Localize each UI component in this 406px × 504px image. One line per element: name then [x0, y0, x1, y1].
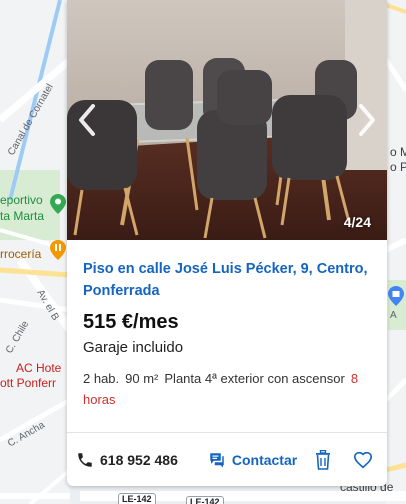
listing-details: 2 hab. 90 m² Planta 4ª exterior con ascens… — [83, 368, 375, 410]
chat-icon — [210, 452, 224, 467]
chevron-left-icon — [79, 104, 95, 136]
contact-button[interactable]: Contactar — [208, 451, 297, 469]
listing-price: 515 €/mes — [83, 311, 179, 333]
detail-rooms: 2 hab. — [83, 371, 120, 386]
map-label-errocera: rrocería — [0, 247, 42, 261]
dining-room-photo — [67, 0, 387, 240]
listing-card[interactable]: 4/24 Piso en calle José Luis Pécker, 9, … — [67, 0, 387, 486]
shopping-pin-icon[interactable] — [388, 286, 404, 306]
photo-prev-button[interactable] — [73, 100, 101, 140]
map-label-deportivo: eportivo — [0, 193, 43, 207]
map-label-right-mid: A — [390, 310, 397, 321]
phone-number: 618 952 486 — [100, 451, 178, 468]
map-label-ac-hotel-2: ott Ponferr — [0, 376, 57, 390]
contact-label: Contactar — [231, 451, 298, 468]
chevron-right-icon — [359, 104, 375, 136]
map-label-ac-hotel: AC Hote — [16, 361, 62, 375]
map-label-santa-marta: ta Marta — [0, 209, 45, 223]
photo-counter: 4/24 — [343, 214, 371, 230]
map-label-right-top-2: o P — [390, 160, 406, 174]
road-shield-le142: LE-142 — [118, 493, 156, 504]
listing-extra: Garaje incluido — [83, 339, 184, 356]
listing-actions: 618 952 486 Contactar — [67, 432, 387, 486]
discard-button[interactable] — [312, 449, 334, 471]
map-label-right-top: o M — [390, 145, 406, 159]
phone-button[interactable]: 618 952 486 — [76, 451, 178, 469]
restaurant-pin-icon[interactable] — [50, 240, 66, 260]
listing-info: Piso en calle José Luis Pécker, 9, Centr… — [83, 240, 375, 410]
trash-icon — [316, 449, 331, 470]
phone-icon — [78, 452, 92, 467]
heart-icon — [354, 451, 373, 468]
detail-floor: Planta 4ª exterior con ascensor — [164, 371, 345, 386]
photo-next-button[interactable] — [353, 100, 381, 140]
road-shield-le142-2: LE-142 — [186, 496, 224, 504]
park-pin-icon[interactable] — [50, 194, 66, 214]
detail-area: 90 m² — [125, 371, 159, 386]
favorite-button[interactable] — [352, 449, 374, 471]
listing-title-link[interactable]: Piso en calle José Luis Pécker, 9, Centr… — [83, 258, 375, 302]
listing-photo[interactable]: 4/24 — [67, 0, 387, 240]
